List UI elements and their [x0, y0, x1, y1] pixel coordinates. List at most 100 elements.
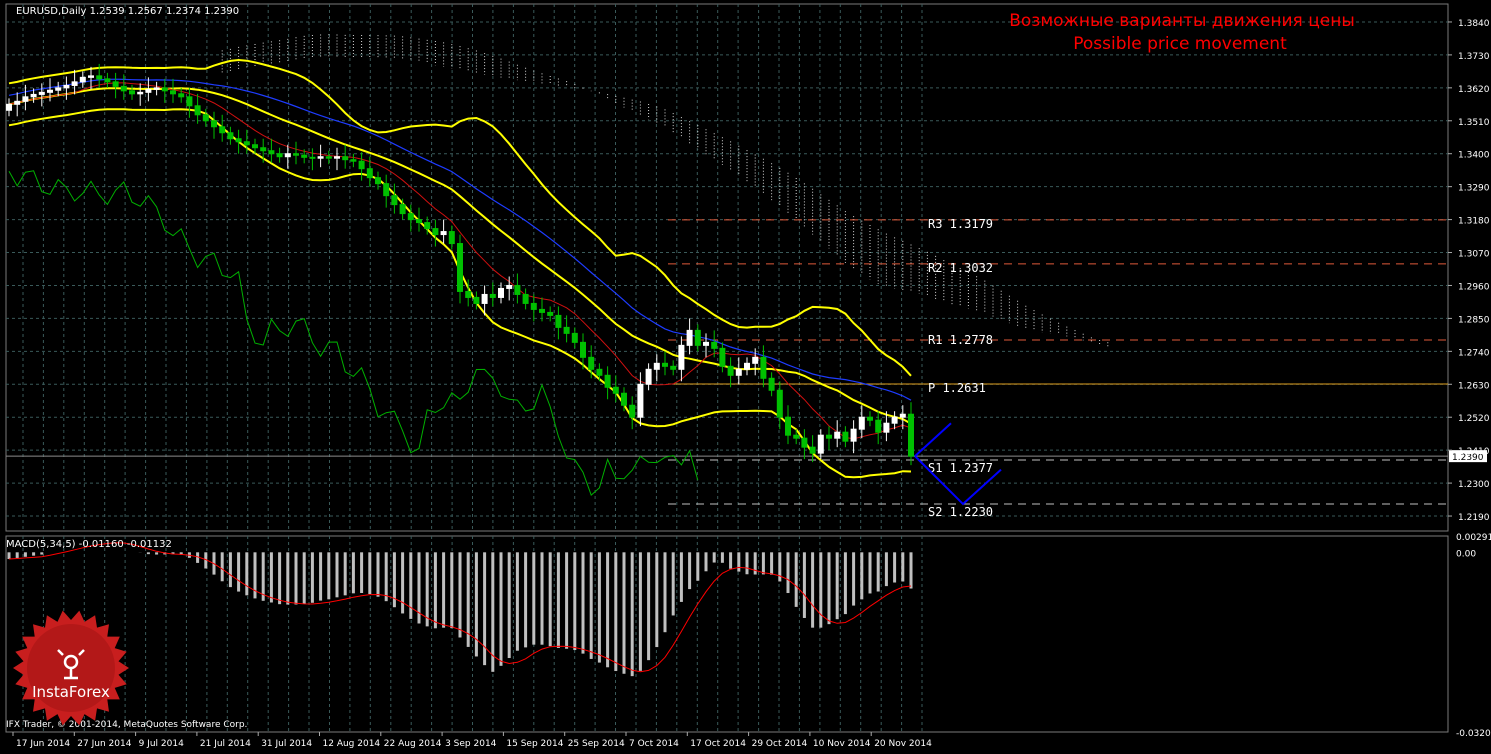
candle-body	[482, 294, 487, 303]
macd-histogram-bar	[910, 552, 913, 588]
candle-body	[449, 232, 454, 244]
macd-histogram-bar	[705, 552, 708, 571]
candle-body	[777, 390, 782, 417]
candle-body	[490, 294, 495, 297]
y-tick-label: 1.3510	[1458, 118, 1490, 128]
candle-body	[827, 435, 832, 438]
macd-histogram-bar	[836, 552, 839, 619]
candle-body	[171, 91, 176, 94]
macd-histogram-bar	[270, 552, 273, 602]
candle-body	[162, 88, 167, 91]
level-label-r2: R2 1.3032	[928, 261, 993, 275]
candle-body	[876, 420, 881, 432]
macd-histogram-bar	[508, 552, 511, 658]
y-tick-label: 1.3400	[1458, 151, 1490, 161]
macd-histogram-bar	[524, 552, 527, 647]
y-tick-label: 1.3840	[1458, 19, 1490, 29]
level-label-s1: S1 1.2377	[928, 461, 993, 475]
macd-histogram-bar	[819, 552, 822, 627]
macd-histogram-bar	[147, 552, 150, 554]
macd-histogram-bar	[811, 552, 814, 627]
macd-histogram-bar	[401, 552, 404, 613]
candle-body	[843, 432, 848, 441]
macd-histogram-bar	[680, 552, 683, 602]
macd-histogram-bar	[721, 552, 724, 562]
candle-body	[97, 76, 102, 79]
macd-histogram-bar	[647, 552, 650, 660]
macd-histogram-bar	[237, 552, 240, 591]
macd-histogram-bar	[614, 552, 617, 671]
candle-body	[433, 229, 438, 235]
x-tick-label: 29 Oct 2014	[752, 739, 808, 749]
candle-body	[540, 309, 545, 312]
candle-body	[515, 285, 520, 294]
candle-body	[425, 223, 430, 229]
macd-histogram-bar	[377, 552, 380, 596]
y-tick-label: 1.3730	[1458, 52, 1490, 62]
candle-body	[179, 94, 184, 97]
macd-histogram-bar	[828, 552, 831, 624]
candle-body	[769, 378, 774, 390]
candle-body	[285, 154, 290, 157]
macd-histogram-bar	[852, 552, 855, 605]
macd-histogram-bar	[344, 552, 347, 595]
candle-body	[195, 106, 200, 115]
y-tick-label: 1.3070	[1458, 250, 1490, 260]
macd-histogram-bar	[672, 552, 675, 615]
candle-body	[458, 244, 463, 292]
x-tick-label: 7 Oct 2014	[629, 739, 679, 749]
chart-title: Возможные варианты движения цены	[1009, 11, 1355, 31]
y-tick-label: 1.3290	[1458, 184, 1490, 194]
macd-histogram-bar	[606, 552, 609, 667]
candle-body	[154, 88, 159, 89]
candle-body	[466, 291, 471, 297]
candle-body	[663, 363, 668, 366]
macd-histogram-bar	[885, 552, 888, 586]
macd-histogram-bar	[598, 552, 601, 662]
macd-histogram-bar	[442, 552, 445, 627]
candle-body	[892, 417, 897, 423]
x-tick-label: 17 Oct 2014	[690, 739, 746, 749]
candle-body	[220, 127, 225, 133]
level-label-p: P 1.2631	[928, 381, 986, 395]
candle-body	[556, 315, 561, 327]
candle-body	[113, 82, 118, 86]
y-tick-label: 1.2190	[1458, 513, 1490, 523]
macd-histogram-bar	[713, 552, 716, 562]
candle-body	[531, 303, 536, 309]
macd-histogram-bar	[16, 552, 19, 558]
macd-histogram-bar	[655, 552, 658, 647]
candle-body	[728, 366, 733, 375]
candle-body	[786, 417, 791, 435]
price-chart: S1 1.2377S2 1.2230P 1.2631R1 1.2778R2 1.…	[0, 0, 1491, 750]
y-tick-label: 1.2960	[1458, 282, 1490, 292]
candle-body	[203, 115, 208, 121]
candle-body	[679, 345, 684, 369]
candle-body	[392, 196, 397, 205]
macd-histogram-bar	[311, 552, 314, 602]
candle-body	[589, 357, 594, 369]
macd-histogram-bar	[516, 552, 519, 650]
candle-body	[794, 435, 799, 438]
candle-body	[343, 157, 348, 160]
macd-histogram-bar	[696, 552, 699, 580]
x-tick-label: 9 Jul 2014	[139, 739, 184, 749]
candle-body	[499, 288, 504, 297]
macd-histogram-bar	[40, 552, 43, 554]
y-tick-label: 1.2630	[1458, 381, 1490, 391]
chart-root: S1 1.2377S2 1.2230P 1.2631R1 1.2778R2 1.…	[0, 0, 1491, 750]
y-tick-label: 1.3180	[1458, 217, 1490, 227]
x-tick-label: 22 Aug 2014	[384, 739, 442, 749]
candle-body	[507, 285, 512, 288]
macd-histogram-bar	[737, 552, 740, 571]
candle-body	[441, 232, 446, 235]
level-label-s2: S2 1.2230	[928, 505, 993, 519]
candle-body	[753, 357, 758, 363]
macd-histogram-bar	[573, 552, 576, 650]
chart-subtitle: Possible price movement	[1073, 34, 1287, 54]
candle-body	[687, 330, 692, 345]
candle-body	[228, 133, 233, 139]
candle-body	[326, 157, 331, 158]
x-tick-label: 31 Jul 2014	[261, 739, 312, 749]
candle-body	[64, 85, 69, 87]
